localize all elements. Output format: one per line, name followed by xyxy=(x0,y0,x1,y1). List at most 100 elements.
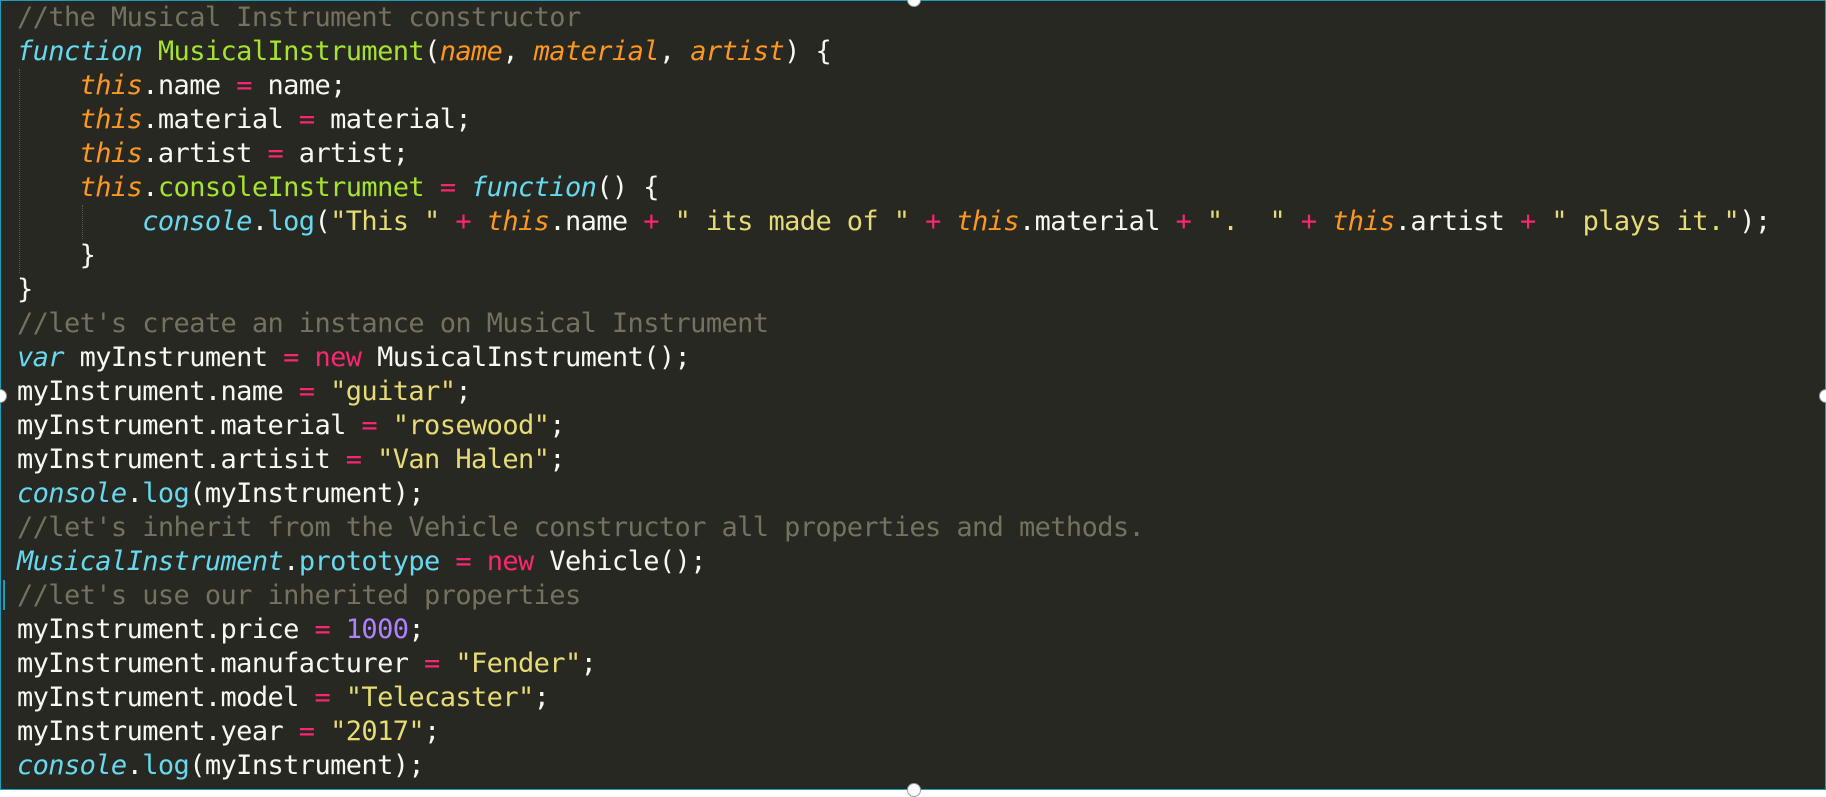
code-token-plain: } xyxy=(17,274,33,305)
code-token-plain: myInstrument.material xyxy=(17,410,362,441)
code-token-method: prototype xyxy=(298,546,441,577)
code-token-this: this xyxy=(79,138,143,169)
code-token-kw-storage: function xyxy=(471,172,597,203)
code-line[interactable]: } xyxy=(17,239,1771,273)
code-line[interactable]: this.consoleInstrumnet = function() { xyxy=(17,171,1771,205)
code-token-plain: , xyxy=(658,36,691,67)
code-token-str: "guitar" xyxy=(330,376,456,407)
code-token-plain: . xyxy=(142,172,158,203)
code-token-str: "Fender" xyxy=(455,648,581,679)
code-token-op: = xyxy=(439,172,456,203)
code-token-plain: myInstrument.model xyxy=(17,682,315,713)
code-token-str: "Van Halen" xyxy=(377,444,550,475)
code-token-method: log xyxy=(142,750,190,781)
code-line[interactable]: //the Musical Instrument constructor xyxy=(17,1,1771,35)
code-line[interactable]: console.log("This " + this.name + " its … xyxy=(17,205,1771,239)
code-token-plain: myInstrument.manufacturer xyxy=(17,648,425,679)
code-line[interactable]: myInstrument.manufacturer = "Fender"; xyxy=(17,647,1771,681)
code-token-op: + xyxy=(1175,206,1192,237)
code-line[interactable]: //let's create an instance on Musical In… xyxy=(17,307,1771,341)
code-token-str: " its made of " xyxy=(674,206,910,237)
code-token-str: "Telecaster" xyxy=(345,682,534,713)
code-line[interactable]: function MusicalInstrument(name, materia… xyxy=(17,35,1771,69)
code-line[interactable]: myInstrument.name = "guitar"; xyxy=(17,375,1771,409)
code-line[interactable]: MusicalInstrument.prototype = new Vehicl… xyxy=(17,545,1771,579)
code-token-plain: .material xyxy=(1019,206,1176,237)
code-token-str: " plays it." xyxy=(1551,206,1740,237)
code-line[interactable]: myInstrument.price = 1000; xyxy=(17,613,1771,647)
code-token-op: = xyxy=(345,444,362,475)
code-token-op: = xyxy=(283,342,299,373)
code-editor[interactable]: //the Musical Instrument constructor func… xyxy=(0,0,1826,790)
code-token-plain: } xyxy=(17,240,96,271)
code-token-method: log xyxy=(142,478,190,509)
code-token-param: name xyxy=(439,36,503,67)
code-token-comment: //let's create an instance on Musical In… xyxy=(17,308,769,339)
resize-handle-right[interactable] xyxy=(1819,389,1826,403)
code-token-plain: artist; xyxy=(283,138,409,169)
code-token-plain: ; xyxy=(580,648,597,679)
code-token-num: 1000 xyxy=(345,614,409,645)
code-token-builtin: console xyxy=(17,750,127,781)
code-token-plain: ; xyxy=(455,376,472,407)
code-line[interactable]: myInstrument.model = "Telecaster"; xyxy=(17,681,1771,715)
code-token-op: + xyxy=(1520,206,1536,237)
code-token-plain: ; xyxy=(549,444,565,475)
code-line[interactable]: this.artist = artist; xyxy=(17,137,1771,171)
code-line[interactable]: myInstrument.year = "2017"; xyxy=(17,715,1771,749)
code-token-plain: . xyxy=(251,206,268,237)
code-token-builtin: console xyxy=(17,478,127,509)
code-line[interactable]: this.material = material; xyxy=(17,103,1771,137)
code-line[interactable]: console.log(myInstrument); xyxy=(17,749,1771,783)
code-token-plain: ; xyxy=(424,716,440,747)
code-token-plain: ; xyxy=(533,682,550,713)
code-token-plain: ) { xyxy=(784,36,832,67)
code-line[interactable]: myInstrument.artisit = "Van Halen"; xyxy=(17,443,1771,477)
code-token-plain: (myInstrument); xyxy=(189,478,425,509)
code-token-op: = xyxy=(424,648,440,679)
code-token-str: "This " xyxy=(330,206,440,237)
code-token-plain: myInstrument xyxy=(63,342,284,373)
code-token-plain: material; xyxy=(314,104,472,135)
code-token-op: + xyxy=(643,206,659,237)
code-line[interactable]: //let's use our inherited properties xyxy=(17,579,1771,613)
resize-handle-bottom[interactable] xyxy=(907,783,921,797)
code-token-this: this xyxy=(79,104,143,135)
code-area[interactable]: //the Musical Instrument constructor func… xyxy=(17,1,1771,783)
code-token-plain: ( xyxy=(314,206,331,237)
code-token-op: = xyxy=(236,70,252,101)
code-token-op: + xyxy=(1300,206,1317,237)
code-line[interactable]: //let's inherit from the Vehicle constru… xyxy=(17,511,1771,545)
code-line[interactable]: var myInstrument = new MusicalInstrument… xyxy=(17,341,1771,375)
code-line[interactable]: } xyxy=(17,273,1771,307)
code-token-this: this xyxy=(956,206,1019,237)
code-token-plain: ); xyxy=(1739,206,1771,237)
code-token-this: this xyxy=(79,172,143,203)
code-token-str: ". " xyxy=(1206,206,1286,237)
code-token-op: = xyxy=(298,376,315,407)
code-line[interactable]: this.name = name; xyxy=(17,69,1771,103)
code-token-plain: (myInstrument); xyxy=(189,750,425,781)
code-token-plain: ( xyxy=(424,36,440,67)
code-token-plain: ; xyxy=(549,410,565,441)
code-token-this: this xyxy=(79,70,143,101)
code-line[interactable]: console.log(myInstrument); xyxy=(17,477,1771,511)
code-token-plain: , xyxy=(502,36,534,67)
code-token-plain: . xyxy=(283,546,299,577)
code-line[interactable]: myInstrument.material = "rosewood"; xyxy=(17,409,1771,443)
code-token-fn-name: consoleInstrumnet xyxy=(157,172,425,203)
